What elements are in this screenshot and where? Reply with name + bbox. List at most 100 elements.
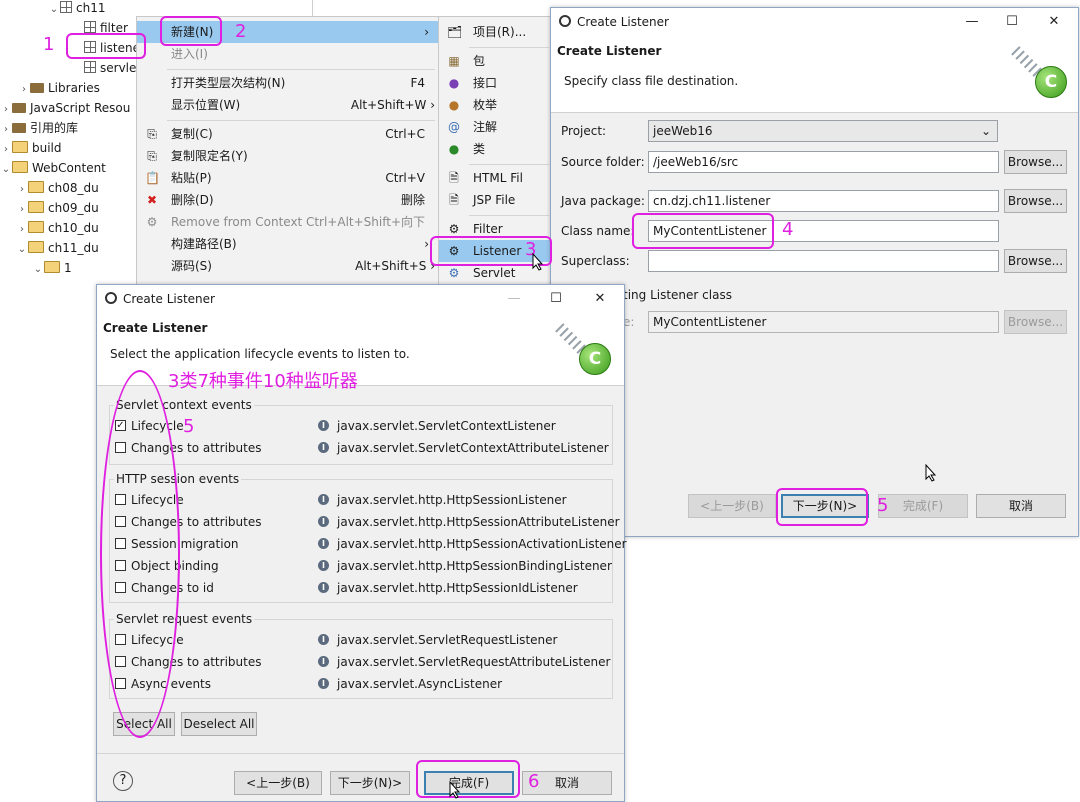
chevron-right-icon[interactable]: › xyxy=(0,140,12,160)
menu-item-copy-qualified[interactable]: ⎘ 复制限定名(Y) xyxy=(137,145,439,167)
tree-item-libraries[interactable]: › Libraries xyxy=(18,78,100,98)
submenu-item-label: 注解 xyxy=(473,120,498,134)
chevron-right-icon[interactable]: › xyxy=(0,120,12,140)
request-attributes-row[interactable]: Changes to attributes Ijavax.servlet.Serv… xyxy=(115,652,615,672)
back-button[interactable]: <上一步(B) xyxy=(688,494,776,518)
next-button[interactable]: 下一步(N)> xyxy=(330,771,410,795)
menu-item-show-in[interactable]: 显示位置(W) Alt+Shift+W › xyxy=(137,94,439,116)
tree-item-refs[interactable]: › 引用的库 xyxy=(0,118,78,138)
submenu-item-enum[interactable]: ● 枚举 xyxy=(439,94,551,116)
chevron-down-icon[interactable]: ⌄ xyxy=(32,260,44,280)
tree-item-ch10[interactable]: › ch10_du xyxy=(16,218,99,238)
finish-button[interactable]: 完成(F) xyxy=(878,494,968,518)
browse-package-button[interactable]: Browse... xyxy=(1004,189,1067,213)
tree-item-javascript[interactable]: › JavaScript Resou xyxy=(0,98,130,118)
chevron-right-icon[interactable]: › xyxy=(0,100,12,120)
menu-item-goto[interactable]: 进入(I) xyxy=(137,43,439,65)
menu-item-shortcut: Ctrl+C xyxy=(385,127,425,141)
tree-item-ch11[interactable]: ⌄ ch11 xyxy=(48,0,105,18)
session-binding-row[interactable]: Object binding Ijavax.servlet.http.HttpSe… xyxy=(115,556,615,576)
superclass-input[interactable] xyxy=(648,250,999,272)
tree-item-webcontent[interactable]: ⌄ WebContent xyxy=(0,158,106,178)
browse-existing-button[interactable]: Browse... xyxy=(1004,310,1067,334)
annotation-ring-class-name xyxy=(632,213,774,249)
package-icon xyxy=(60,1,72,13)
interface-name: javax.servlet.ServletRequestListener xyxy=(337,633,558,647)
chevron-down-icon[interactable]: ⌄ xyxy=(0,160,12,180)
menu-item-type-hierarchy[interactable]: 打开类型层次结构(N) F4 xyxy=(137,72,439,94)
dialog-titlebar: Create Listener — ☐ ✕ xyxy=(551,8,1078,36)
request-lifecycle-row[interactable]: Lifecycle Ijavax.servlet.ServletRequestLi… xyxy=(115,630,615,650)
deselect-all-button[interactable]: Deselect All xyxy=(181,712,257,736)
menu-item-label: 显示位置(W) xyxy=(171,98,241,112)
submenu-item-jsp[interactable]: 🗎 JSP File xyxy=(439,189,551,211)
minimize-button[interactable]: — xyxy=(952,8,992,36)
submenu-item-html[interactable]: 🗎 HTML Fil xyxy=(439,167,551,189)
annotation-ring-listener xyxy=(66,33,146,59)
project-label: Project: xyxy=(561,124,607,138)
tree-item-label: 1 xyxy=(64,261,72,275)
tree-item-ch09[interactable]: › ch09_du xyxy=(16,198,99,218)
chevron-down-icon[interactable]: ⌄ xyxy=(48,0,60,20)
maximize-button[interactable]: ☐ xyxy=(536,285,576,313)
menu-item-delete[interactable]: ✖ 删除(D) 删除 xyxy=(137,189,439,211)
menu-separator xyxy=(167,69,435,70)
interface-icon: I xyxy=(318,678,329,689)
menu-separator xyxy=(469,47,549,48)
menu-item-label: 复制限定名(Y) xyxy=(171,149,248,163)
submenu-item-label: 枚举 xyxy=(473,98,498,112)
menu-item-copy[interactable]: ⎘ 复制(C) Ctrl+C xyxy=(137,123,439,145)
project-select[interactable]: jeeWeb16 ⌄ xyxy=(648,120,998,142)
cancel-button[interactable]: 取消 xyxy=(976,494,1066,518)
menu-item-build-path[interactable]: 构建路径(B) › xyxy=(137,233,439,255)
session-lifecycle-row[interactable]: Lifecycle Ijavax.servlet.http.HttpSession… xyxy=(115,490,615,510)
paste-icon: 📋 xyxy=(145,171,160,185)
session-id-row[interactable]: Changes to id Ijavax.servlet.http.HttpSes… xyxy=(115,578,615,598)
tree-item-label: ch10_du xyxy=(48,221,99,235)
browse-superclass-button[interactable]: Browse... xyxy=(1004,249,1067,273)
context-attributes-row[interactable]: Changes to attributes Ijavax.servlet.Serv… xyxy=(115,438,615,458)
session-migration-row[interactable]: Session migration Ijavax.servlet.http.Htt… xyxy=(115,534,627,554)
minimize-button[interactable]: — xyxy=(494,285,534,313)
close-button[interactable]: ✕ xyxy=(1034,8,1074,36)
tree-item-label: 引用的库 xyxy=(30,121,79,135)
use-existing-class-label: ting Listener class xyxy=(623,288,732,302)
tree-item-1[interactable]: ⌄ 1 xyxy=(32,258,72,278)
chevron-right-icon[interactable]: › xyxy=(16,220,28,240)
source-folder-input[interactable]: /jeeWeb16/src xyxy=(648,151,999,173)
menu-item-remove-context[interactable]: ⚙ Remove from Context Ctrl+Alt+Shift+向下 xyxy=(137,211,439,233)
dialog-banner: Create Listener Specify class file desti… xyxy=(551,36,1078,113)
chevron-down-icon[interactable]: ⌄ xyxy=(16,240,28,260)
menu-item-source[interactable]: 源码(S) Alt+Shift+S › xyxy=(137,255,439,277)
submenu-item-class[interactable]: ● 类 xyxy=(439,138,551,160)
interface-icon: I xyxy=(318,656,329,667)
chevron-right-icon[interactable]: › xyxy=(18,80,30,100)
java-package-input[interactable]: cn.dzj.ch11.listener xyxy=(648,190,999,212)
menu-separator xyxy=(167,120,435,121)
chevron-right-icon[interactable]: › xyxy=(16,200,28,220)
dialog-title: Create Listener xyxy=(123,292,215,306)
browse-source-button[interactable]: Browse... xyxy=(1004,150,1067,174)
chevron-right-icon[interactable]: › xyxy=(16,180,28,200)
async-events-row[interactable]: Async events Ijavax.servlet.AsyncListener xyxy=(115,674,615,694)
back-button[interactable]: <上一步(B) xyxy=(234,771,322,795)
help-icon[interactable]: ? xyxy=(113,771,133,791)
tree-item-servlet[interactable]: servle xyxy=(84,58,136,78)
submenu-item-annotation[interactable]: @ 注解 xyxy=(439,116,551,138)
submenu-item-project[interactable]: 🗂 项目(R)... xyxy=(439,21,551,43)
tree-item-build[interactable]: › build xyxy=(0,138,62,158)
submenu-item-interface[interactable]: ● 接口 xyxy=(439,72,551,94)
submenu-arrow-icon: › xyxy=(424,237,429,251)
session-attributes-row[interactable]: Changes to attributes Ijavax.servlet.http… xyxy=(115,512,620,532)
close-button[interactable]: ✕ xyxy=(580,285,620,313)
class-icon: ● xyxy=(448,142,460,156)
submenu-item-label: 项目(R)... xyxy=(473,25,527,39)
menu-item-paste[interactable]: 📋 粘贴(P) Ctrl+V xyxy=(137,167,439,189)
submenu-item-label: HTML Fil xyxy=(473,171,523,185)
submenu-item-package[interactable]: ▦ 包 xyxy=(439,50,551,72)
existing-class-input[interactable]: MyContentListener xyxy=(648,311,999,333)
folder-icon xyxy=(44,261,60,273)
tree-item-ch08[interactable]: › ch08_du xyxy=(16,178,99,198)
maximize-button[interactable]: ☐ xyxy=(992,8,1032,36)
tree-item-ch11du[interactable]: ⌄ ch11_du xyxy=(16,238,99,258)
